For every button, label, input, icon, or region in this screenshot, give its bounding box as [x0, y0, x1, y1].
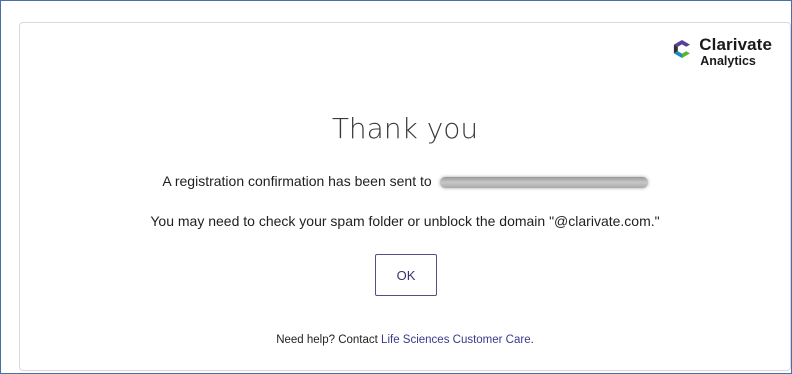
registration-confirmation-card: Clarivate Analytics Thank you A registra…	[19, 22, 791, 371]
help-suffix: .	[530, 334, 534, 346]
customer-care-link[interactable]: Life Sciences Customer Care	[381, 334, 531, 346]
help-text: Need help? Contact Life Sciences Custome…	[20, 334, 790, 346]
confirmation-message: A registration confirmation has been sen…	[20, 173, 790, 189]
help-prefix: Need help? Contact	[276, 334, 382, 346]
clarivate-logo: Clarivate Analytics	[671, 36, 772, 68]
spam-notice: You may need to check your spam folder o…	[150, 213, 660, 229]
ok-button[interactable]: OK	[375, 254, 437, 296]
confirmation-text: A registration confirmation has been sen…	[162, 173, 432, 189]
window-frame: Clarivate Analytics Thank you A registra…	[0, 0, 792, 374]
redacted-email	[439, 176, 648, 188]
page-title: Thank you	[331, 112, 479, 145]
logo-brand-text: Clarivate	[699, 35, 772, 54]
logo-sub-text: Analytics	[700, 54, 756, 68]
clarivate-logo-icon	[674, 40, 691, 58]
